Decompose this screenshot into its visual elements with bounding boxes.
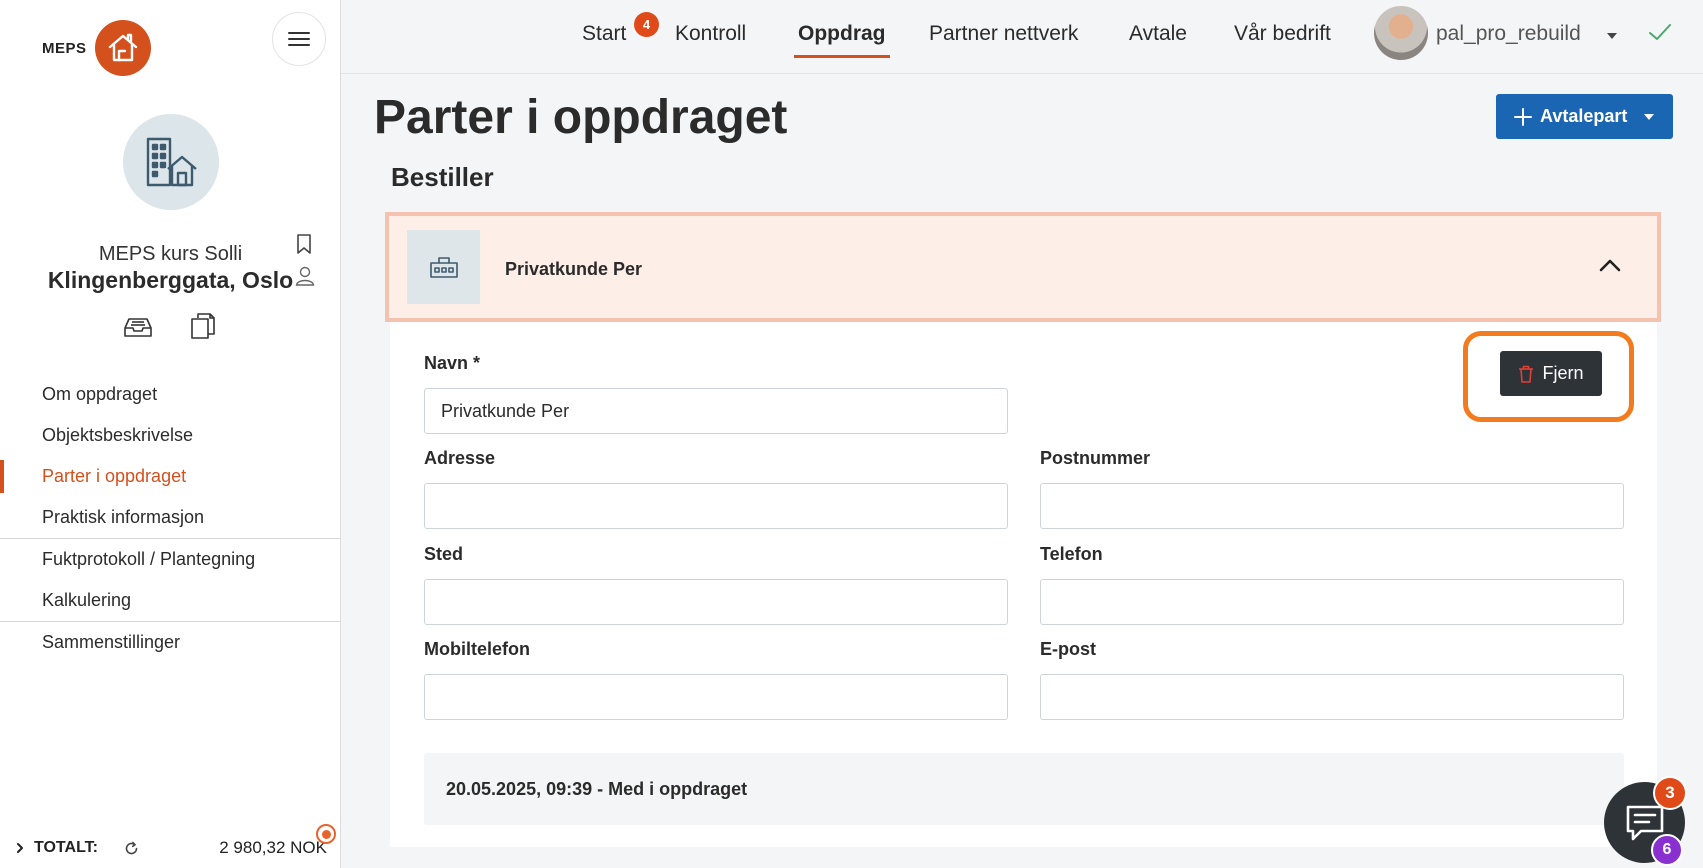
- sidebar-nav: Om oppdraget Objektsbeskrivelse Parter i…: [0, 374, 341, 663]
- party-history-entry: 20.05.2025, 09:39 - Med i oppdraget: [424, 753, 1624, 825]
- epost-input[interactable]: [1040, 674, 1624, 720]
- start-notification-badge: 4: [634, 12, 659, 37]
- hamburger-icon: [288, 31, 310, 47]
- project-avatar: [123, 114, 219, 210]
- trash-icon: [1518, 365, 1534, 383]
- caret-down-icon[interactable]: [1606, 32, 1618, 40]
- navn-input[interactable]: [424, 388, 1008, 434]
- tab-oppdrag[interactable]: Oppdrag: [794, 22, 889, 58]
- sidebar: MEPS MEPS kurs Solli Klingenberggata, Os…: [0, 0, 341, 868]
- project-name: MEPS kurs Solli: [98, 243, 243, 265]
- sidebar-item-objektsbeskrivelse[interactable]: Objektsbeskrivelse: [0, 415, 341, 456]
- house-logo-icon: [94, 20, 151, 76]
- status-dot-icon[interactable]: [316, 824, 336, 844]
- tab-var-bedrift[interactable]: Vår bedrift: [1234, 22, 1331, 46]
- copy-documents-icon[interactable]: [191, 313, 215, 339]
- caret-down-icon: [1643, 113, 1655, 121]
- party-card-header[interactable]: Privatkunde Per: [385, 212, 1661, 322]
- chat-unread-badge: 3: [1653, 776, 1687, 810]
- tab-start[interactable]: Start: [582, 22, 626, 46]
- check-icon: [1648, 22, 1672, 42]
- sted-input[interactable]: [424, 579, 1008, 625]
- telefon-label: Telefon: [1040, 544, 1103, 564]
- hamburger-menu-button[interactable]: [272, 12, 326, 66]
- remove-party-label: Fjern: [1542, 363, 1584, 383]
- total-label: TOTALT:: [34, 839, 98, 856]
- person-icon[interactable]: [295, 266, 315, 286]
- navn-label: Navn *: [424, 353, 481, 373]
- party-card-title: Privatkunde Per: [505, 259, 643, 279]
- project-address: Klingenberggata, Oslo: [47, 267, 294, 293]
- inbox-tray-icon[interactable]: [124, 316, 152, 338]
- sidebar-item-kalkulering[interactable]: Kalkulering: [0, 580, 341, 621]
- sted-label: Sted: [424, 544, 464, 564]
- adresse-label: Adresse: [424, 448, 496, 468]
- postnummer-input[interactable]: [1040, 483, 1624, 529]
- chevron-up-icon[interactable]: [1599, 258, 1621, 272]
- mobiltelefon-label: Mobiltelefon: [424, 639, 530, 659]
- postnummer-label: Postnummer: [1040, 448, 1151, 468]
- mobiltelefon-input[interactable]: [424, 674, 1008, 720]
- tab-avtale[interactable]: Avtale: [1129, 22, 1187, 46]
- chevron-right-icon[interactable]: [16, 842, 24, 854]
- sidebar-item-fuktprotokoll[interactable]: Fuktprotokoll / Plantegning: [0, 539, 341, 580]
- total-value: 2 980,32 NOK: [219, 838, 327, 857]
- meps-logo[interactable]: MEPS: [42, 20, 151, 76]
- logo-text: MEPS: [42, 39, 87, 57]
- sidebar-item-sammenstillinger[interactable]: Sammenstillinger: [0, 622, 341, 663]
- telefon-input[interactable]: [1040, 579, 1624, 625]
- refresh-icon[interactable]: [124, 841, 139, 856]
- epost-label: E-post: [1040, 639, 1096, 659]
- user-avatar[interactable]: [1374, 6, 1428, 60]
- sidebar-total-footer[interactable]: TOTALT: 2 980,32 NOK: [0, 828, 341, 868]
- sidebar-item-parter-i-oppdraget[interactable]: Parter i oppdraget: [0, 456, 341, 497]
- sidebar-item-praktisk-informasjon[interactable]: Praktisk informasjon: [0, 497, 341, 538]
- username[interactable]: pal_pro_rebuild: [1436, 22, 1581, 46]
- building-house-icon: [142, 133, 200, 191]
- section-title-bestiller: Bestiller: [391, 162, 494, 192]
- bookmark-icon[interactable]: [296, 234, 312, 254]
- page-title: Parter i oppdraget: [374, 91, 788, 144]
- party-card: Privatkunde Per: [385, 212, 1661, 847]
- add-avtalepart-label: Avtalepart: [1540, 106, 1628, 126]
- add-avtalepart-button[interactable]: Avtalepart: [1496, 94, 1673, 139]
- party-type-icon: [407, 230, 480, 304]
- chat-secondary-badge: 6: [1651, 834, 1683, 866]
- plus-icon: [1514, 107, 1532, 126]
- sidebar-item-om-oppdraget[interactable]: Om oppdraget: [0, 374, 341, 415]
- tab-kontroll[interactable]: Kontroll: [675, 22, 746, 46]
- remove-party-button[interactable]: Fjern: [1500, 351, 1602, 396]
- adresse-input[interactable]: [424, 483, 1008, 529]
- tab-partner-nettverk[interactable]: Partner nettverk: [929, 22, 1078, 46]
